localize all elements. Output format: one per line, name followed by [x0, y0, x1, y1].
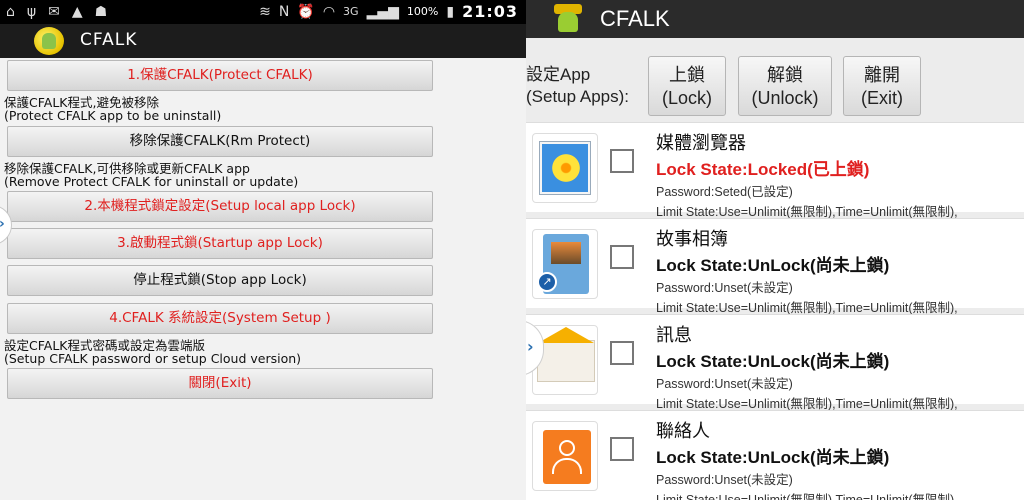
app-row[interactable]: 媒體瀏覽器 Lock State:Locked(已上鎖) Password:Se… [526, 122, 1024, 219]
exit-button-label: 離開 [864, 65, 900, 85]
app-row[interactable]: 訊息 Lock State:UnLock(尚未上鎖) Password:Unse… [526, 314, 1024, 411]
unlock-button[interactable]: 解鎖 (Unlock) [738, 56, 832, 116]
exit-button[interactable]: 離開 (Exit) [843, 56, 921, 116]
right-screen: CFALK 設定App (Setup Apps): 上鎖 (Lock) 解鎖 (… [526, 0, 1024, 500]
gallery-app-icon [532, 133, 598, 203]
mail-icon: ✉ [48, 4, 60, 20]
app-row[interactable]: ↗ 故事相簿 Lock State:UnLock(尚未上鎖) Password:… [526, 218, 1024, 315]
usb-icon: ψ [26, 4, 37, 20]
app-name: 媒體瀏覽器 [656, 133, 746, 154]
home-icon: ⌂ [6, 4, 15, 20]
network-label: 3G [343, 4, 359, 18]
exit-button-sublabel: (Exit) [861, 88, 903, 108]
setup-label-line1: 設定App [526, 65, 591, 84]
stop-lock-button[interactable]: 停止程式鎖(Stop app Lock) [7, 265, 433, 296]
limit-state: Limit State:Use=Unlimit(無限制),Time=Unlimi… [656, 493, 958, 500]
app-checkbox[interactable] [610, 341, 634, 365]
clock: 21:03 [462, 2, 518, 21]
nfc-icon: N [278, 3, 290, 20]
action-bar: CFALK [0, 24, 526, 58]
setup-desc-2: (Setup CFALK password or setup Cloud ver… [4, 351, 302, 366]
local-lock-button[interactable]: 2.本機程式鎖定設定(Setup local app Lock) [7, 191, 433, 222]
app-name: 聯絡人 [656, 421, 710, 442]
lock-state: Lock State:Locked(已上鎖) [656, 160, 870, 179]
unlock-button-label: 解鎖 [767, 65, 803, 85]
battery-percent: 100% [406, 5, 439, 18]
app-name: 訊息 [656, 325, 692, 346]
system-setup-button[interactable]: 4.CFALK 系統設定(System Setup ) [7, 303, 433, 334]
unlock-button-sublabel: (Unlock) [751, 88, 819, 108]
rm-protect-desc-2: (Remove Protect CFALK for uninstall or u… [4, 174, 299, 189]
app-checkbox[interactable] [610, 437, 634, 461]
exit-button[interactable]: 關閉(Exit) [7, 368, 433, 399]
android-icon: ☗ [94, 4, 108, 20]
app-row[interactable]: 聯絡人 Lock State:UnLock(尚未上鎖) Password:Uns… [526, 410, 1024, 500]
setup-label-line2: (Setup Apps): [526, 87, 630, 106]
lock-button-sublabel: (Lock) [661, 88, 712, 108]
app-checkbox[interactable] [610, 245, 634, 269]
warning-icon: ▲ [71, 4, 83, 20]
lock-button[interactable]: 上鎖 (Lock) [648, 56, 726, 116]
lock-state: Lock State:UnLock(尚未上鎖) [656, 256, 890, 275]
app-logo-icon [34, 27, 64, 55]
status-bar: ⌂ ψ ✉ ▲ ☗ ≋ N ⏰ ◠ 3G ▂▄▆ 100% ▮ 21:03 [0, 0, 526, 24]
password-state: Password:Seted(已設定) [656, 185, 793, 199]
protect-button[interactable]: 1.保護CFALK(Protect CFALK) [7, 60, 433, 91]
lock-state: Lock State:UnLock(尚未上鎖) [656, 448, 890, 467]
chevron-right-icon: › [0, 216, 5, 232]
vibrate-icon: ≋ [259, 3, 271, 20]
chevron-right-icon: › [527, 337, 534, 356]
lock-button-label: 上鎖 [669, 65, 705, 85]
left-screen: ⌂ ψ ✉ ▲ ☗ ≋ N ⏰ ◠ 3G ▂▄▆ 100% ▮ 21:03 CF… [0, 0, 526, 500]
app-logo-icon [554, 4, 582, 34]
contacts-app-icon [532, 421, 598, 491]
startup-lock-button[interactable]: 3.啟動程式鎖(Startup app Lock) [7, 228, 433, 259]
setup-apps-label: 設定App (Setup Apps): [526, 64, 629, 108]
password-state: Password:Unset(未設定) [656, 281, 793, 295]
story-album-app-icon: ↗ [532, 229, 598, 299]
lock-state: Lock State:UnLock(尚未上鎖) [656, 352, 890, 371]
password-state: Password:Unset(未設定) [656, 377, 793, 391]
protect-desc-2: (Protect CFALK app to be uninstall) [4, 108, 222, 123]
wifi-icon: ◠ [322, 3, 336, 20]
battery-icon: ▮ [446, 3, 455, 20]
action-bar: CFALK [526, 0, 1024, 38]
rm-protect-button[interactable]: 移除保護CFALK(Rm Protect) [7, 126, 433, 157]
signal-icon: ▂▄▆ [366, 3, 399, 20]
app-checkbox[interactable] [610, 149, 634, 173]
app-title: CFALK [80, 30, 138, 50]
alarm-icon: ⏰ [297, 3, 315, 20]
app-name: 故事相簿 [656, 229, 728, 250]
password-state: Password:Unset(未設定) [656, 473, 793, 487]
app-title: CFALK [600, 6, 670, 31]
